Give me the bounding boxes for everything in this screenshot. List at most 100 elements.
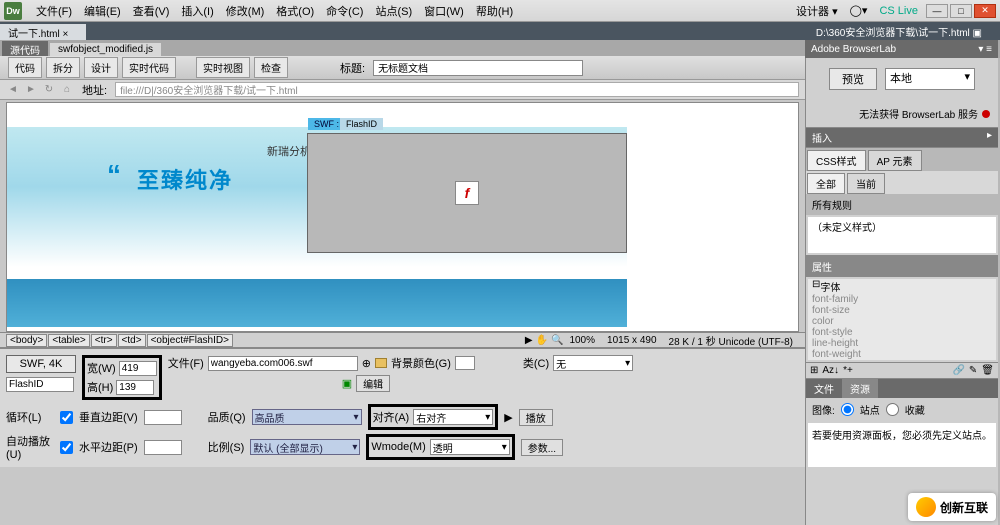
local-select[interactable]: 本地▾ <box>885 68 975 90</box>
crumb-body[interactable]: <body> <box>6 334 47 347</box>
align-group: 对齐(A) 右对齐▾ <box>368 404 499 430</box>
address-label: 地址: <box>78 82 111 98</box>
edit-button[interactable]: 编辑 <box>356 375 390 392</box>
live-code-button[interactable]: 实时代码 <box>122 57 176 78</box>
css-properties[interactable]: ⊟ 字体 font-family font-size color font-st… <box>808 279 996 360</box>
quality-select[interactable]: 高品质▾ <box>252 409 362 425</box>
attach-css-icon[interactable]: 🔗 <box>952 365 964 376</box>
browse-icon[interactable] <box>375 358 387 368</box>
add-prop-icon[interactable]: ⊞ <box>810 365 818 376</box>
maximize-button[interactable]: □ <box>950 4 972 18</box>
cslive-button[interactable]: CS Live <box>873 5 924 17</box>
designer-dropdown[interactable]: 设计器 ▾ <box>790 3 844 19</box>
scale-select[interactable]: 默认 (全部显示)▾ <box>250 439 360 455</box>
search-dropdown[interactable]: ◯▾ <box>844 4 874 17</box>
back-icon[interactable]: ◄ <box>6 83 20 97</box>
class-select[interactable]: 无▾ <box>553 355 633 371</box>
design-canvas[interactable]: “ 至臻纯净 新瑞分机 SWF : FlashID f <box>6 102 799 332</box>
link-icon[interactable]: ⊕ <box>362 357 371 370</box>
play-button[interactable]: 播放 <box>519 409 553 426</box>
file-input[interactable] <box>208 356 358 371</box>
hmargin-input[interactable] <box>144 440 182 455</box>
file-label: 文件(F) <box>168 355 204 371</box>
source-tab[interactable]: 源代码 <box>2 41 48 58</box>
menu-site[interactable]: 站点(S) <box>369 3 418 19</box>
file-path: D:\360安全浏览器下载\试一下.html ▣ <box>816 24 1000 39</box>
crumb-object[interactable]: <object#FlashID> <box>147 334 233 347</box>
crumb-table[interactable]: <table> <box>48 334 89 347</box>
assets-tab[interactable]: 资源 <box>842 379 878 398</box>
align-label: 对齐(A) <box>373 409 410 425</box>
zoom-value[interactable]: 100% <box>563 335 601 346</box>
height-input[interactable] <box>116 380 154 395</box>
insert-panel-head[interactable]: 插入▸ <box>806 128 998 147</box>
home-icon[interactable]: ⌂ <box>60 83 74 97</box>
ap-elements-tab[interactable]: AP 元素 <box>868 150 922 171</box>
trash-icon[interactable]: 🗑 <box>981 365 994 376</box>
new-rule-icon[interactable]: ✎ <box>969 365 977 376</box>
quote-mark: “ <box>107 159 121 191</box>
zoom-icon[interactable]: 🔍 <box>551 335 563 346</box>
close-button[interactable]: ✕ <box>974 4 996 18</box>
address-input[interactable] <box>115 82 799 97</box>
minimize-button[interactable]: — <box>926 4 948 18</box>
file-tab[interactable]: 试一下.html × <box>0 24 86 40</box>
menu-format[interactable]: 格式(O) <box>270 3 320 19</box>
title-label: 标题: <box>336 60 369 76</box>
inspect-button[interactable]: 检查 <box>254 57 288 78</box>
hmargin-label: 水平边距(P) <box>79 439 138 455</box>
title-input[interactable] <box>373 60 583 76</box>
menu-view[interactable]: 查看(V) <box>127 3 176 19</box>
rules-list[interactable]: （未定义样式） <box>808 217 996 253</box>
flash-id-input[interactable] <box>6 377 74 392</box>
fav-radio[interactable] <box>886 403 899 416</box>
bgcolor-swatch[interactable] <box>455 356 475 370</box>
edit-flash-icon[interactable]: ▣ <box>342 377 352 390</box>
refresh-icon[interactable]: ↻ <box>42 83 56 97</box>
assets-message: 若要使用资源面板，您必须先定义站点。 <box>808 423 996 467</box>
vmargin-label: 垂直边距(V) <box>79 409 138 425</box>
align-select[interactable]: 右对齐▾ <box>413 409 493 425</box>
app-logo: Dw <box>4 2 22 20</box>
autoplay-label: 自动播放(U) <box>6 433 54 461</box>
menu-window[interactable]: 窗口(W) <box>418 3 470 19</box>
rules-header: 所有规则 <box>806 194 998 215</box>
menu-commands[interactable]: 命令(C) <box>320 3 369 19</box>
list-icon[interactable]: Az↓ <box>822 365 839 376</box>
menu-file[interactable]: 文件(F) <box>30 3 78 19</box>
preview-button[interactable]: 预览 <box>829 68 877 90</box>
split-view-button[interactable]: 拆分 <box>46 57 80 78</box>
flash-object[interactable]: SWF : FlashID f <box>307 133 627 253</box>
code-view-button[interactable]: 代码 <box>8 57 42 78</box>
width-input[interactable] <box>119 361 157 376</box>
css-styles-tab[interactable]: CSS样式 <box>807 150 866 171</box>
live-view-button[interactable]: 实时视图 <box>196 57 250 78</box>
all-rules-tab[interactable]: 全部 <box>807 173 845 194</box>
js-tab[interactable]: swfobject_modified.js <box>50 43 161 56</box>
pointer-icon[interactable]: ▶ <box>525 335 533 346</box>
loop-checkbox[interactable] <box>60 411 73 424</box>
hand-icon[interactable]: ✋ <box>533 335 551 346</box>
site-radio[interactable] <box>841 403 854 416</box>
play-icon[interactable]: ▶ <box>504 411 512 424</box>
autoplay-checkbox[interactable] <box>60 441 73 454</box>
swf-info: SWF, 4K <box>6 355 76 373</box>
wmode-select[interactable]: 透明▾ <box>430 439 510 455</box>
images-label: 图像: <box>812 402 835 417</box>
menu-modify[interactable]: 修改(M) <box>220 3 271 19</box>
menu-edit[interactable]: 编辑(E) <box>78 3 127 19</box>
vmargin-input[interactable] <box>144 410 182 425</box>
files-tab[interactable]: 文件 <box>806 379 842 398</box>
props-header: 属性 <box>806 256 998 277</box>
view-toolbar: 代码 拆分 设计 实时代码 实时视图 检查 标题: <box>0 56 805 80</box>
crumb-tr[interactable]: <tr> <box>91 334 117 347</box>
menu-help[interactable]: 帮助(H) <box>470 3 519 19</box>
design-view-button[interactable]: 设计 <box>84 57 118 78</box>
forward-icon[interactable]: ► <box>24 83 38 97</box>
loop-label: 循环(L) <box>6 409 54 425</box>
crumb-td[interactable]: <td> <box>118 334 146 347</box>
cascade-icon[interactable]: *+ <box>843 365 853 376</box>
menu-insert[interactable]: 插入(I) <box>175 3 219 19</box>
current-rules-tab[interactable]: 当前 <box>847 173 885 194</box>
params-button[interactable]: 参数... <box>521 439 563 456</box>
